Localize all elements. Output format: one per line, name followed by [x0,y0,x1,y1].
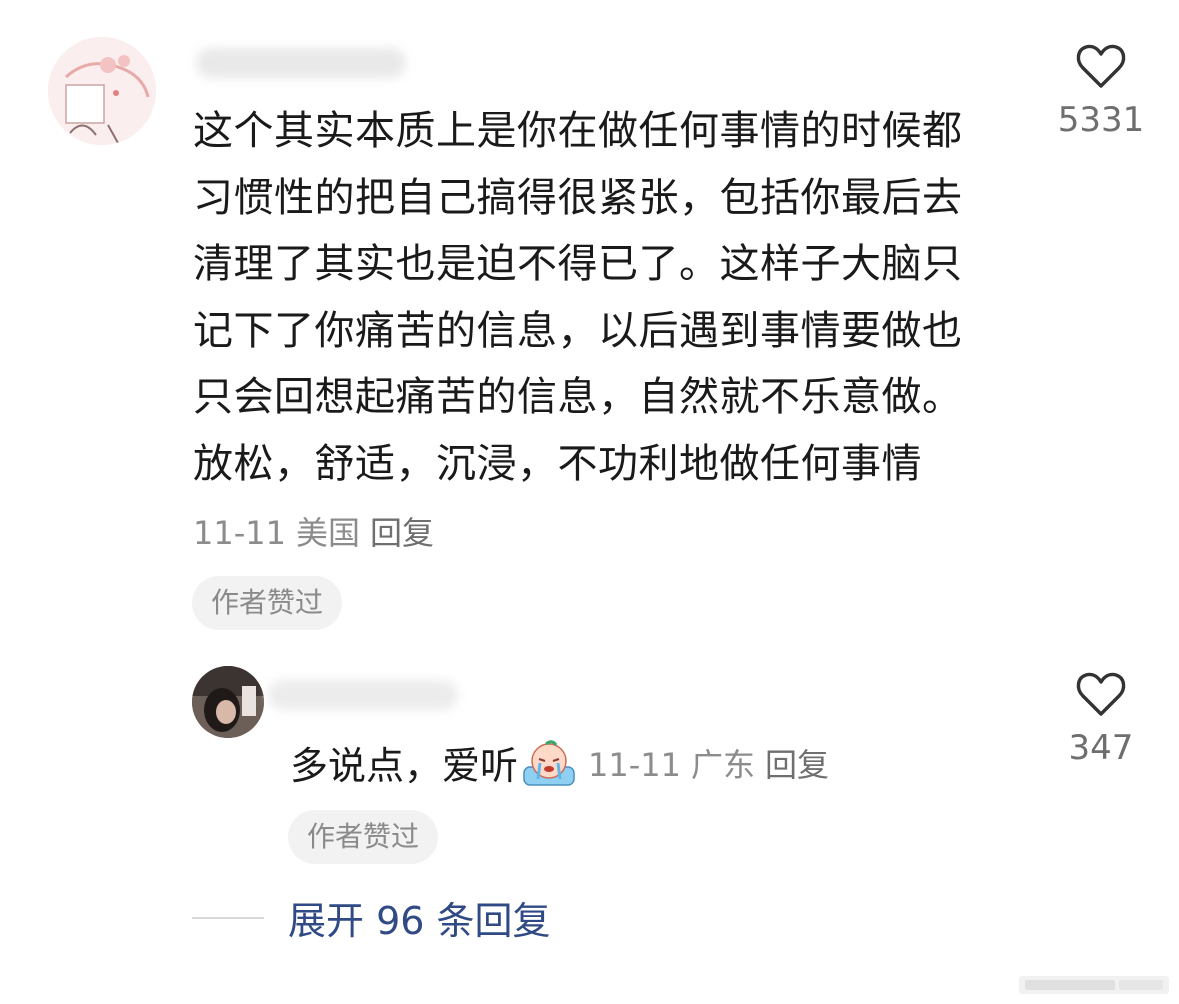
reply-like-count: 347 [1068,728,1134,768]
avatar-photo [192,666,264,738]
like-button[interactable]: 5331 [1050,42,1152,140]
reply-username-blurred[interactable] [268,680,458,710]
comment-line: 这个其实本质上是你在做任何事情的时候都 [193,108,963,154]
expand-replies-button[interactable]: 展开 96 条回复 [288,890,551,945]
comment-date: 11-11 [193,514,286,552]
divider-line [192,916,264,919]
reply-button[interactable]: 回复 [370,514,434,552]
crying-face-emoji [523,739,575,786]
reply-like-button[interactable]: 347 [1050,670,1152,768]
reply-meta: 11-11 广东 回复 [588,740,839,786]
avatar[interactable] [48,37,156,145]
comment-line: 习惯性的把自己搞得很紧张，包括你最后去 [193,174,963,221]
heart-icon [1076,672,1126,716]
reply-reply-button[interactable]: 回复 [765,746,829,784]
expand-replies-row[interactable]: 展开 96 条回复 [192,890,551,945]
comment-line: 只会回想起痛苦的信息，自然就不乐意做。 [193,374,963,420]
reply-author-liked-badge: 作者赞过 [288,810,439,864]
avatar-illustration [48,37,156,145]
reply-location: 广东 [691,745,756,784]
comment-meta: 11-11 美国 回复 [193,508,444,554]
heart-icon [1076,44,1126,88]
comment-line: 放松，舒适，沉浸，不功利地做任何事情 [193,440,922,487]
reply-content: 多说点，爱听 11-11 广东 回复 [290,735,839,790]
username-blurred[interactable] [196,48,406,78]
reply-avatar[interactable] [192,666,264,738]
reply-date: 11-11 [588,745,681,784]
comment-line: 记下了你痛苦的信息，以后遇到事情要做也 [193,307,963,354]
like-count: 5331 [1057,100,1145,140]
comment-location: 美国 [295,514,360,552]
watermark-mark [1019,976,1169,994]
reply-text: 多说点，爱听 [290,744,519,788]
author-liked-badge: 作者赞过 [192,576,343,630]
comment-body: 这个其实本质上是你在做任何事情的时候都 习惯性的把自己搞得很紧张，包括你最后去 … [193,98,1013,497]
comment-line: 清理了其实也是迫不得已了。这样子大脑只 [193,241,963,287]
